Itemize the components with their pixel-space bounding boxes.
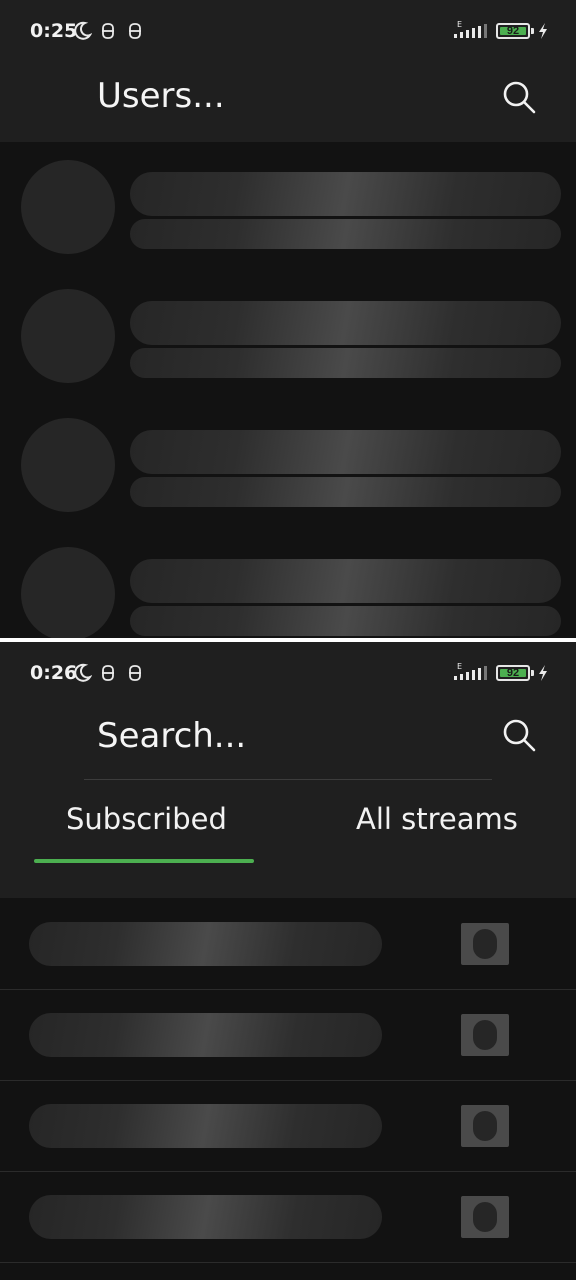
stream-placeholder-icon [461, 1196, 509, 1238]
battery-icon: 92 [496, 665, 536, 681]
avatar-placeholder [21, 418, 115, 512]
users-app-bar: 0:25 E 92 Users... [0, 0, 576, 142]
stream-placeholder-icon [461, 923, 509, 965]
search-input[interactable]: Search... [97, 716, 246, 756]
bolt-icon [539, 23, 547, 39]
list-item [0, 1172, 576, 1263]
status-time: 0:26 [30, 662, 78, 684]
battery-icon: 92 [496, 23, 536, 39]
text-placeholder [130, 606, 561, 636]
search-icon[interactable] [500, 78, 538, 116]
text-placeholder [130, 301, 561, 345]
text-placeholder [130, 477, 561, 507]
notification-icon [102, 665, 114, 681]
text-placeholder [29, 1104, 382, 1148]
search-input-underline [84, 779, 492, 780]
status-time: 0:25 [30, 20, 78, 42]
list-item [0, 1081, 576, 1172]
tab-all-streams[interactable]: All streams [356, 802, 518, 836]
text-placeholder [29, 1013, 382, 1057]
search-icon[interactable] [500, 716, 538, 754]
avatar-placeholder [21, 160, 115, 254]
active-tab-indicator [34, 859, 254, 863]
text-placeholder [130, 430, 561, 474]
page-title: Users... [97, 76, 225, 116]
text-placeholder [130, 348, 561, 378]
users-screen: 0:25 E 92 Users... [0, 0, 576, 638]
avatar-placeholder [21, 547, 115, 638]
moon-icon [74, 663, 92, 682]
signal-icon: E [454, 20, 487, 38]
battery-level: 92 [506, 25, 520, 37]
battery-level: 92 [506, 667, 520, 679]
avatar-placeholder [21, 289, 115, 383]
notification-icon [129, 23, 141, 39]
text-placeholder [130, 172, 561, 216]
status-bar: 0:25 E 92 [0, 0, 576, 62]
list-item [0, 899, 576, 990]
notification-icon [129, 665, 141, 681]
text-placeholder [130, 219, 561, 249]
moon-icon [74, 21, 92, 40]
stream-placeholder-icon [461, 1105, 509, 1147]
streams-screen: 0:26 E 92 Search... Subscribed All strea… [0, 642, 576, 1280]
list-item [0, 990, 576, 1081]
tab-subscribed[interactable]: Subscribed [66, 802, 227, 836]
notification-icon [102, 23, 114, 39]
status-bar: 0:26 E 92 [0, 642, 576, 704]
text-placeholder [130, 559, 561, 603]
bolt-icon [539, 665, 547, 681]
svg-text:E: E [457, 662, 462, 671]
text-placeholder [29, 1195, 382, 1239]
signal-icon: E [454, 662, 487, 680]
stream-placeholder-icon [461, 1014, 509, 1056]
search-app-bar: 0:26 E 92 Search... Subscribed All strea… [0, 642, 576, 898]
svg-text:E: E [457, 20, 462, 29]
text-placeholder [29, 922, 382, 966]
